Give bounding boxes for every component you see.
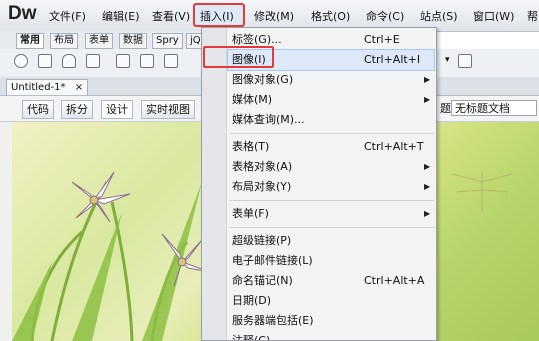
tab-spry[interactable]: Spry [152, 33, 183, 49]
menu-item-form[interactable]: 表单(F) ▶ [228, 204, 434, 224]
menu-item-comment[interactable]: 注释(C) [228, 331, 434, 340]
menu-window[interactable]: 窗口(W) [473, 9, 514, 25]
menu-item-layout-objects[interactable]: 布局对象(Y) ▶ [228, 177, 434, 197]
code-view-button[interactable]: 代码 [22, 100, 54, 119]
tab-forms[interactable]: 表单 [85, 33, 113, 49]
image-item-highlight-box [203, 46, 274, 68]
document-tab-label: Untitled-1* [11, 82, 66, 93]
chevron-down-icon[interactable]: ▾ [445, 55, 450, 65]
hyperlink-icon[interactable] [14, 54, 28, 68]
anchor-icon[interactable] [62, 54, 76, 68]
app-logo: Dw [8, 3, 37, 24]
menu-format[interactable]: 格式(O) [311, 9, 350, 25]
design-view-button[interactable]: 设计 [101, 100, 133, 119]
submenu-arrow-icon: ▶ [424, 162, 431, 171]
menu-help[interactable]: 帮 [527, 9, 538, 25]
split-view-button[interactable]: 拆分 [61, 100, 93, 119]
submenu-arrow-icon: ▶ [424, 75, 431, 84]
menu-item-date[interactable]: 日期(D) [228, 291, 434, 311]
close-icon[interactable]: × [75, 82, 83, 93]
image-tool-icon[interactable] [164, 54, 178, 68]
menu-separator [230, 200, 434, 201]
menu-modify[interactable]: 修改(M) [254, 9, 294, 25]
live-view-button[interactable]: 实时视图 [141, 100, 195, 119]
menu-item-image-objects[interactable]: 图像对象(G) ▶ [228, 70, 434, 90]
menu-view[interactable]: 查看(V) [152, 9, 190, 25]
horizontal-rule-icon[interactable] [86, 54, 100, 68]
tab-layout[interactable]: 布局 [50, 33, 78, 49]
menu-item-server-side-include[interactable]: 服务器端包括(E) [228, 311, 434, 331]
menu-item-media-queries[interactable]: 媒体查询(M)... [228, 110, 434, 130]
tab-common[interactable]: 常用 [16, 33, 44, 49]
submenu-arrow-icon: ▶ [424, 95, 431, 104]
menu-file[interactable]: 文件(F) [49, 9, 86, 25]
menu-insert[interactable]: 插入(I) [200, 9, 234, 25]
div-icon[interactable] [140, 54, 154, 68]
document-tab[interactable]: Untitled-1* × [6, 79, 89, 95]
tab-data[interactable]: 数据 [119, 33, 147, 49]
menu-item-email-link[interactable]: 电子邮件链接(L) [228, 251, 434, 271]
menu-commands[interactable]: 命令(C) [366, 9, 404, 25]
menu-item-table-objects[interactable]: 表格对象(A) ▶ [228, 157, 434, 177]
menu-item-media[interactable]: 媒体(M) ▶ [228, 90, 434, 110]
title-input[interactable]: 无标题文档 [451, 100, 537, 116]
table-icon[interactable] [116, 54, 130, 68]
submenu-arrow-icon: ▶ [424, 182, 431, 191]
menu-site[interactable]: 站点(S) [420, 9, 458, 25]
menu-separator [230, 227, 434, 228]
submenu-arrow-icon: ▶ [424, 209, 431, 218]
menu-separator [230, 133, 434, 134]
menu-item-table[interactable]: 表格(T) Ctrl+Alt+T [228, 137, 434, 157]
email-link-icon[interactable] [38, 54, 52, 68]
template-icon[interactable] [458, 54, 472, 68]
menu-item-named-anchor[interactable]: 命名锚记(N) Ctrl+Alt+A [228, 271, 434, 291]
insert-dropdown-menu: 标签(G)... Ctrl+E 图像(I) Ctrl+Alt+I 图像对象(G) ▶ … [201, 27, 437, 341]
menu-item-hyperlink[interactable]: 超级链接(P) [228, 231, 434, 251]
menu-edit[interactable]: 编辑(E) [102, 9, 140, 25]
